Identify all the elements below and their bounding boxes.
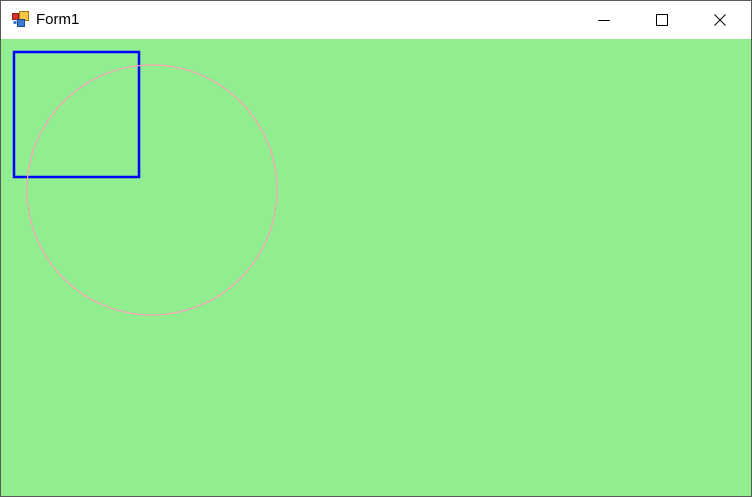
- maximize-icon: [656, 14, 668, 26]
- window-title: Form1: [36, 11, 80, 28]
- drawn-rectangle: [12, 50, 141, 179]
- minimize-icon: [598, 20, 610, 21]
- close-icon: [714, 14, 726, 26]
- maximize-button[interactable]: [633, 1, 691, 39]
- app-icon[interactable]: [12, 11, 30, 28]
- minimize-button[interactable]: [575, 1, 633, 39]
- close-button[interactable]: [691, 1, 749, 39]
- form-client-area[interactable]: [1, 39, 751, 496]
- drawn-circle: [26, 64, 278, 316]
- title-bar[interactable]: Form1: [1, 1, 751, 39]
- drawing-surface: [12, 50, 278, 316]
- form1-window: Form1: [0, 0, 752, 497]
